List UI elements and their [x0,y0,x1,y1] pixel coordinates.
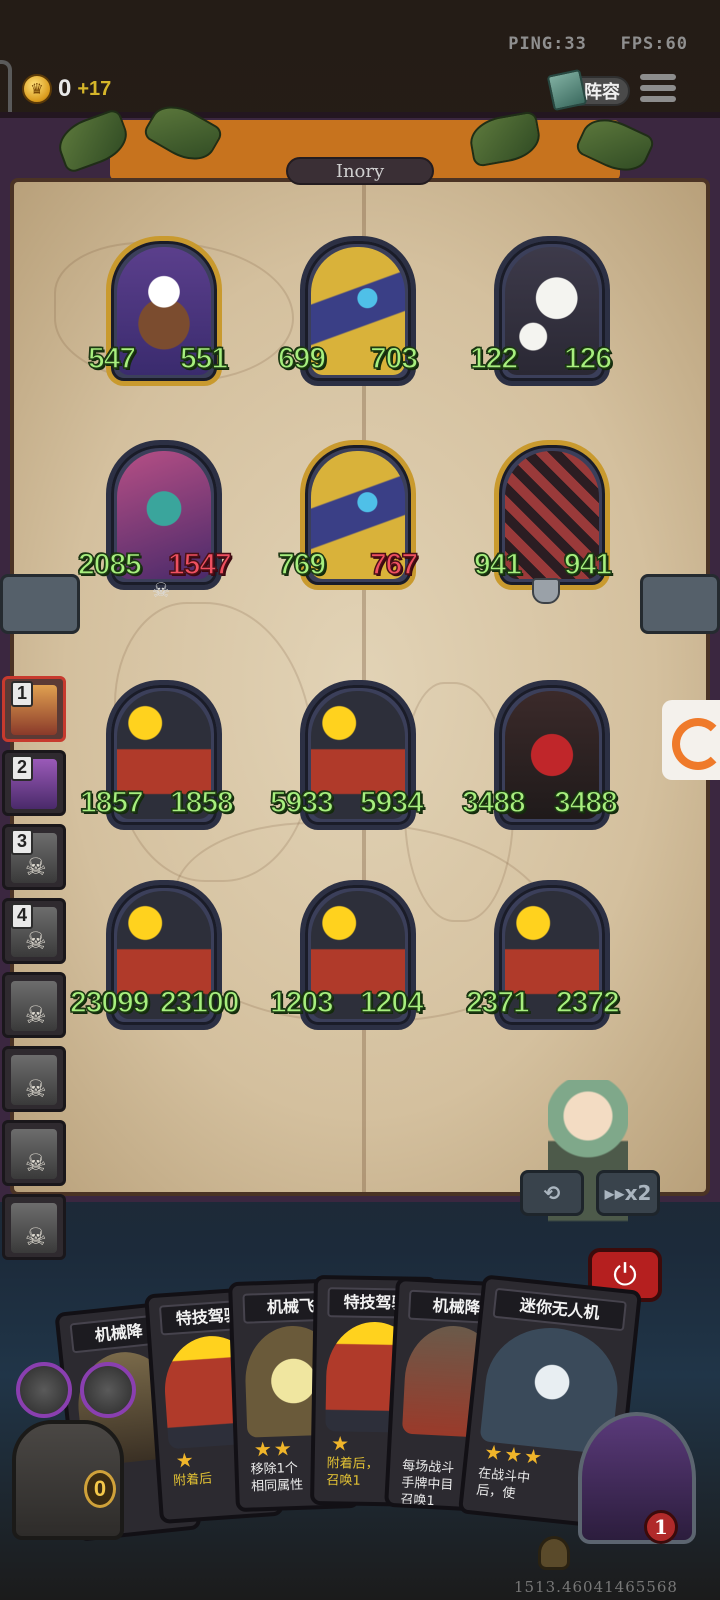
gold-counter: ♛ 0 +17 [22,74,111,104]
player-roster-slot[interactable]: ☠ [2,972,66,1038]
minion-attack: 1857 [79,785,144,820]
minion-attack: 941 [473,547,523,582]
skull-icon: ☠ [25,853,47,881]
card-stars: ★★★ [483,1439,546,1470]
roster-rank: 4 [11,903,33,929]
gold-amount: 0 [58,75,72,102]
minion-health: 126 [563,341,613,376]
network-stats: PING:33 FPS:60 [508,34,688,54]
card-stars: ★★ [253,1436,295,1462]
skull-icon: ☠ [25,1223,47,1251]
player-roster-slot[interactable]: ☠ [2,1194,66,1260]
minion-health: 551 [179,341,229,376]
minion-attack: 122 [469,341,519,376]
minion-attack: 3488 [461,785,526,820]
roster-rank: 2 [11,755,33,781]
minion-attack: 23099 [69,985,150,1020]
minion-health: 3488 [553,785,618,820]
skull-icon: ☠ [152,578,170,602]
card-title: 迷你无人机 [492,1287,627,1332]
speed-button[interactable]: ▸▸ x2 [596,1170,660,1216]
player-hero-portrait[interactable] [578,1412,696,1544]
skull-icon: ☠ [25,1001,47,1029]
player-roster-slot[interactable]: 2 [2,750,66,816]
debug-coordinate: 1513.46041465568 [514,1578,678,1596]
minion-health: 1204 [359,985,424,1020]
player-roster-slot[interactable]: 3 ☠ [2,824,66,890]
chest-count: 0 [84,1470,116,1508]
skull-icon: ☠ [25,927,47,955]
hamburger-menu-icon[interactable] [640,74,676,106]
lineup-button[interactable]: 阵容 [546,68,630,112]
speed-label: x2 [624,1181,652,1205]
minion-attack: 769 [277,547,327,582]
minion-health: 941 [563,547,613,582]
coin-icon: ♛ [22,74,52,104]
book-clip-right [640,574,720,634]
player-roster-slot[interactable]: 4 ☠ [2,898,66,964]
skull-icon: ☠ [25,1149,47,1177]
minion-health: 703 [369,341,419,376]
player-roster-slot[interactable]: 1 [2,676,66,742]
discover-token[interactable] [16,1362,72,1418]
fps-readout: FPS:60 [620,34,688,54]
hero-health: 1 [644,1510,678,1544]
ping-readout: PING:33 [508,34,587,54]
divine-shield-icon [532,578,560,604]
book-icon [546,68,588,112]
minion-attack: 699 [277,341,327,376]
opponent-name: Inory [335,160,385,182]
minion-health: 2372 [555,985,620,1020]
minion-attack: 2371 [465,985,530,1020]
discover-token[interactable] [80,1362,136,1418]
roster-rank: 1 [11,681,33,707]
game-screen: PING:33 FPS:60 ♛ 0 +17 阵容 Inory 547 551 … [0,0,720,1600]
floating-assistant-icon[interactable] [662,700,720,780]
minion-health: 767 [369,547,419,582]
minion-attack: 547 [87,341,137,376]
minion-health: 5934 [359,785,424,820]
minion-attack: 1203 [269,985,334,1020]
book-clip-left [0,574,80,634]
fast-forward-icon: ▸▸ [604,1181,625,1205]
player-roster-slot[interactable]: ☠ [2,1120,66,1186]
player-roster-slot[interactable]: ☠ [2,1046,66,1112]
minion-health: 1858 [169,785,234,820]
card-stars: ★ [174,1447,197,1473]
roster-rank: 3 [11,829,33,855]
gold-income: +17 [77,77,112,100]
bell-icon[interactable] [538,1536,570,1570]
replay-icon[interactable]: ⟲ [520,1170,584,1216]
card-stars: ★ [330,1431,352,1456]
lineup-label: 阵容 [584,82,620,103]
skull-icon: ☠ [25,1075,47,1103]
minion-health: 1547 [167,547,232,582]
minion-attack: 5933 [269,785,334,820]
minion-health: 23100 [159,985,240,1020]
opponent-name-tab: Inory [286,157,434,185]
minion-attack: 2085 [77,547,142,582]
